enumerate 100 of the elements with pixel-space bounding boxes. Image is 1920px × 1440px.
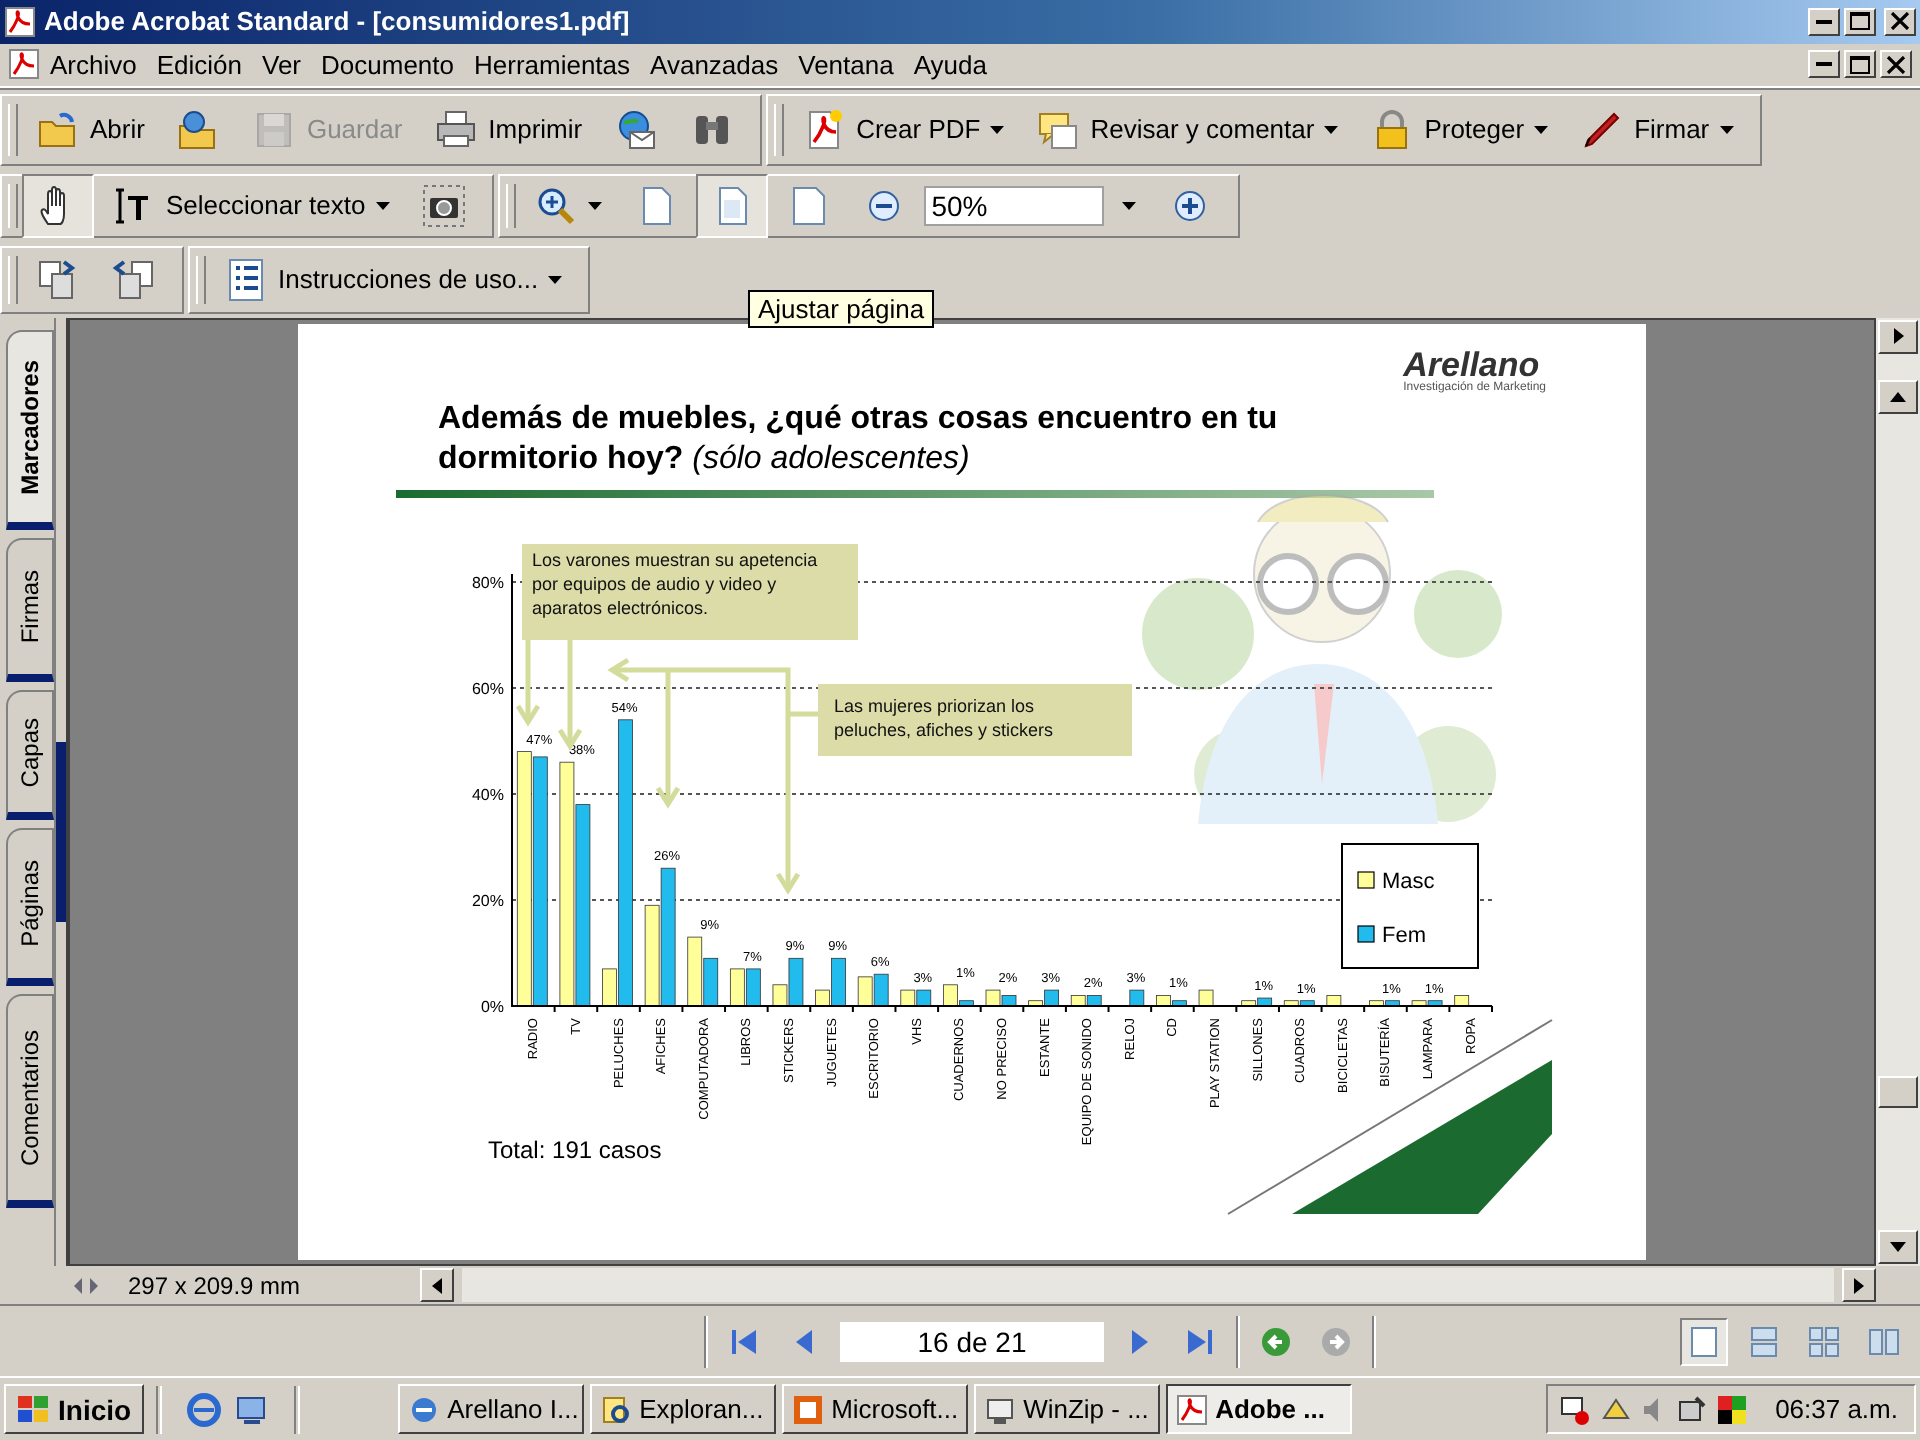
scroll-up-button[interactable] (1878, 379, 1918, 414)
globe-envelope-icon (614, 107, 659, 152)
camera-icon (421, 183, 466, 228)
splitter-handle[interactable] (56, 742, 66, 923)
taskbar-button[interactable]: Microsoft... (781, 1384, 968, 1435)
toolbar-button[interactable]: Crear PDF (788, 97, 1019, 162)
toolbar-button[interactable]: Abrir (22, 97, 159, 162)
side-tab[interactable]: Capas (6, 689, 54, 820)
caret-icon (990, 125, 1005, 134)
logo: Arellano (1403, 347, 1540, 382)
printer-icon (434, 107, 479, 152)
page-layout-icon (1688, 1325, 1720, 1358)
scroll-down-button[interactable] (1878, 1230, 1918, 1265)
down-arrow-icon (1890, 1242, 1906, 1253)
toolbar-button[interactable]: Proteger (1356, 97, 1563, 162)
close-button[interactable] (1884, 7, 1916, 36)
tooltip-label: Ajustar página (758, 294, 925, 324)
page-number-field[interactable]: 16 de 21 (840, 1321, 1104, 1362)
scroll-thumb[interactable] (1878, 1075, 1918, 1108)
menu-item[interactable]: Ver (252, 45, 312, 84)
menu-item[interactable]: Avanzadas (640, 45, 789, 84)
pages-arrow-icon (112, 257, 156, 302)
tick-label: 60% (471, 679, 504, 698)
speech-note-icon (1036, 107, 1081, 152)
caret-icon (375, 201, 390, 210)
toolbar-button[interactable]: Seleccionar texto (98, 173, 404, 238)
caret-icon (1534, 125, 1549, 134)
resize-arrows-icon (74, 1277, 98, 1294)
window-title: Adobe Acrobat Standard - [consumidores1.pdf] (44, 6, 630, 37)
caret-icon (1121, 201, 1136, 210)
minimize-button[interactable] (1808, 50, 1840, 79)
taskbar-button[interactable]: Exploran... (589, 1384, 776, 1435)
toolbar-button[interactable]: Revisar y comentar (1022, 97, 1353, 162)
maximize-button[interactable] (1844, 7, 1876, 36)
side-tab[interactable]: Páginas (6, 827, 54, 986)
toolbar-button[interactable]: Imprimir (420, 97, 597, 162)
start-button[interactable]: Inicio (4, 1384, 144, 1435)
menu-item[interactable]: Ayuda (903, 45, 997, 84)
caret-icon (587, 201, 602, 210)
side-tab[interactable]: Firmas (6, 537, 54, 682)
taskbar-button[interactable]: Arellano I... (397, 1384, 584, 1435)
up-arrow-icon (1890, 391, 1906, 402)
tray-flag-icon (1715, 1393, 1748, 1426)
network-icon (1559, 1393, 1592, 1426)
minimize-icon (1816, 19, 1832, 24)
side-tab[interactable]: Marcadores (6, 329, 54, 530)
app-icon (983, 1393, 1016, 1426)
close-icon (1890, 12, 1910, 31)
menu-item[interactable]: Documento (311, 45, 464, 84)
scroll-track[interactable] (462, 1268, 1834, 1303)
page-size-readout: 297 x 209.9 mm (126, 1271, 303, 1300)
bar (1326, 994, 1342, 1007)
toolbar-button[interactable]: Firmar (1566, 97, 1748, 162)
zoom-in-icon (533, 183, 578, 228)
toolbar-button[interactable]: Instrucciones de uso... (210, 247, 577, 312)
menu-item[interactable]: Archivo (40, 45, 147, 84)
next-page-button[interactable] (1878, 319, 1918, 354)
menu-item[interactable]: Herramientas (464, 45, 641, 84)
minimize-button[interactable] (1808, 7, 1840, 36)
page-layout-button[interactable] (1680, 1317, 1728, 1366)
menu-item[interactable]: Edición (146, 45, 252, 84)
first-page-icon (728, 1325, 760, 1358)
tick-label: 0% (480, 997, 504, 1016)
menu-item[interactable]: Ventana (788, 45, 904, 84)
scroll-right-button[interactable] (1842, 1268, 1876, 1303)
page-layout-icon (1868, 1325, 1900, 1358)
left-arrow-icon (432, 1277, 442, 1294)
app-icon (1175, 1393, 1208, 1426)
app-icon (407, 1393, 440, 1426)
bar (1129, 989, 1145, 1007)
right-arrow-icon (1854, 1277, 1864, 1294)
page-layout-icon (1808, 1325, 1840, 1358)
slide-title: Además de muebles, ¿qué otras cosas encuentro en tu dormitorio hoy? (sólo adolescentes) (438, 399, 1280, 480)
maximize-button[interactable] (1844, 50, 1876, 79)
zoom-field[interactable]: 50% (923, 185, 1104, 226)
folder-icon (36, 107, 80, 152)
document-icon (8, 48, 40, 81)
side-tab[interactable]: Comentarios (6, 993, 54, 1208)
maximize-icon (1850, 55, 1870, 74)
close-button[interactable] (1880, 50, 1912, 79)
pages-arrow-icon (36, 257, 80, 302)
scroll-left-button[interactable] (420, 1268, 454, 1303)
close-icon (1886, 55, 1906, 74)
taskbar-button[interactable]: Adobe ... (1165, 1384, 1352, 1435)
toolbar-button[interactable] (22, 173, 94, 238)
pen-icon (1580, 107, 1625, 152)
taskbar-button[interactable]: WinZip - ... (973, 1384, 1160, 1435)
tick-label: 20% (471, 891, 504, 910)
total-note: Total: 191 casos (488, 1135, 662, 1164)
back-icon (1260, 1325, 1292, 1358)
tick-label: 80% (471, 573, 504, 592)
maximize-icon (1850, 12, 1870, 31)
forward-icon (1320, 1325, 1352, 1358)
legend-label: Masc (1382, 869, 1435, 894)
legend-box (1341, 842, 1479, 969)
bar (1454, 994, 1470, 1007)
right-arrow-icon (1893, 328, 1903, 345)
app-icon (599, 1393, 632, 1426)
last-page-icon (1184, 1325, 1216, 1358)
caret-icon (1324, 125, 1339, 134)
